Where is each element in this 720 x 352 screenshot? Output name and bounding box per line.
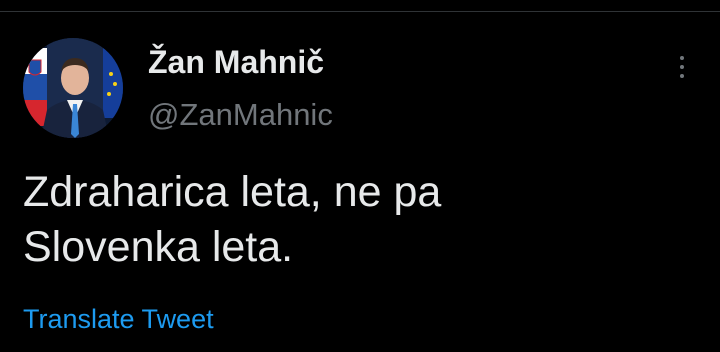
tweet[interactable]: Žan Mahnič @ZanMahnic Zdraharica leta, n…	[0, 13, 720, 352]
more-vertical-icon-dot	[680, 65, 684, 69]
avatar-photo-icon	[23, 38, 123, 138]
avatar[interactable]	[23, 38, 123, 138]
author-display-name[interactable]: Žan Mahnič	[148, 44, 324, 80]
tweet-text: Zdraharica leta, ne pa Slovenka leta.	[23, 165, 683, 275]
top-divider	[0, 0, 720, 12]
translate-tweet-link[interactable]: Translate Tweet	[23, 303, 214, 335]
more-vertical-icon-dot	[680, 74, 684, 78]
more-options-button[interactable]	[668, 53, 696, 81]
tweet-text-line: Zdraharica leta, ne pa	[23, 168, 442, 216]
author-handle[interactable]: @ZanMahnic	[148, 97, 333, 133]
more-vertical-icon	[680, 56, 684, 60]
tweet-text-line: Slovenka leta.	[23, 223, 294, 271]
